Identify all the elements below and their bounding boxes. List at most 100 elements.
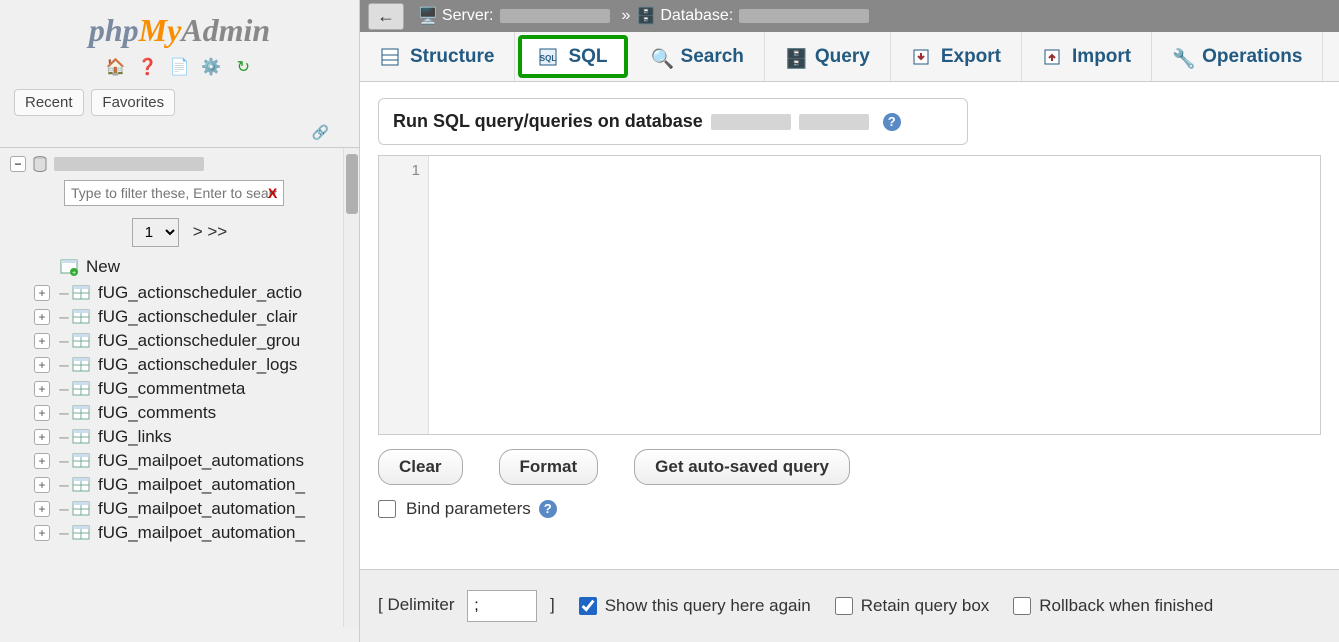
database-icon [32, 156, 48, 172]
retain-box-checkbox[interactable] [835, 597, 853, 615]
tab-import[interactable]: Import [1022, 32, 1152, 81]
reload-icon[interactable]: ↻ [233, 57, 253, 77]
format-button[interactable]: Format [499, 449, 599, 485]
tab-export-label: Export [941, 46, 1001, 68]
bottom-options: [ Delimiter ] Show this query here again… [360, 569, 1339, 642]
page-next-button[interactable]: > >> [193, 222, 228, 241]
recent-button[interactable]: Recent [14, 89, 84, 116]
tab-export[interactable]: Export [891, 32, 1022, 81]
database-node[interactable]: − [0, 154, 359, 174]
rollback-checkbox[interactable] [1013, 597, 1031, 615]
nav-link-icon[interactable]: 🔗 [0, 124, 359, 141]
rollback-option[interactable]: Rollback when finished [1013, 596, 1213, 616]
settings-icon[interactable]: ⚙️ [201, 57, 221, 77]
tree-line: – [56, 427, 72, 447]
tab-structure[interactable]: Structure [360, 32, 515, 81]
show-again-checkbox[interactable] [579, 597, 597, 615]
tree-line: – [56, 451, 72, 471]
expand-icon[interactable]: + [34, 285, 50, 301]
tab-operations[interactable]: 🔧 Operations [1152, 32, 1323, 81]
table-filter: X [64, 180, 349, 206]
logout-icon[interactable]: ❓ [138, 57, 158, 77]
bind-parameters-checkbox[interactable] [378, 500, 396, 518]
table-icon [72, 500, 90, 518]
expand-icon[interactable]: + [34, 333, 50, 349]
search-icon: 🔍 [651, 47, 671, 67]
table-name: fUG_mailpoet_automation_ [98, 499, 305, 519]
top-menu: Structure SQL SQL 🔍 Search 🗄️ Query Expo… [360, 32, 1339, 82]
page-select[interactable]: 1 [132, 218, 179, 247]
table-name: fUG_mailpoet_automation_ [98, 523, 305, 543]
table-icon [72, 284, 90, 302]
clear-filter-icon[interactable]: X [268, 185, 277, 201]
expand-icon[interactable]: + [34, 525, 50, 541]
table-filter-input[interactable] [64, 180, 284, 206]
new-table-label: New [86, 257, 120, 277]
tab-import-label: Import [1072, 46, 1131, 68]
table-name: fUG_mailpoet_automation_ [98, 475, 305, 495]
expand-icon[interactable]: + [34, 405, 50, 421]
logo-php: php [89, 12, 139, 48]
table-row[interactable]: +–fUG_actionscheduler_logs [0, 353, 359, 377]
table-name: fUG_actionscheduler_logs [98, 355, 297, 375]
main-panel: ← 🖥️ Server: » 🗄️ Database: Structure SQ… [360, 0, 1339, 642]
tab-operations-label: Operations [1202, 46, 1302, 68]
tab-search-label: Search [681, 46, 744, 68]
query-header: Run SQL query/queries on database ? [378, 98, 968, 145]
new-table-icon: + [60, 258, 78, 276]
expand-icon[interactable]: + [34, 501, 50, 517]
show-again-option[interactable]: Show this query here again [579, 596, 811, 616]
expand-icon[interactable]: + [34, 429, 50, 445]
collapse-icon[interactable]: − [10, 156, 26, 172]
get-autosaved-button[interactable]: Get auto-saved query [634, 449, 850, 485]
table-icon [72, 404, 90, 422]
back-button[interactable]: ← [368, 3, 404, 30]
tab-sql[interactable]: SQL SQL [518, 35, 627, 78]
database-name-redacted [54, 157, 204, 171]
table-icon [72, 524, 90, 542]
favorites-button[interactable]: Favorites [91, 89, 175, 116]
table-row[interactable]: +–fUG_comments [0, 401, 359, 425]
home-icon[interactable]: 🏠 [106, 57, 126, 77]
query-db-redacted-2 [799, 114, 869, 130]
table-row[interactable]: +–fUG_mailpoet_automations [0, 449, 359, 473]
new-table-link[interactable]: + New [0, 253, 359, 281]
sql-editor[interactable]: 1 [378, 155, 1321, 435]
sidebar: phpMyAdmin 🏠 ❓ 📄 ⚙️ ↻ Recent Favorites 🔗… [0, 0, 360, 642]
tree-line: – [56, 379, 72, 399]
table-row[interactable]: +–fUG_mailpoet_automation_ [0, 473, 359, 497]
retain-box-option[interactable]: Retain query box [835, 596, 990, 616]
expand-icon[interactable]: + [34, 357, 50, 373]
sql-content: Run SQL query/queries on database ? 1 Cl… [360, 82, 1339, 535]
table-row[interactable]: +–fUG_actionscheduler_clair [0, 305, 359, 329]
table-row[interactable]: +–fUG_commentmeta [0, 377, 359, 401]
delimiter-input[interactable] [467, 590, 537, 622]
table-row[interactable]: +–fUG_links [0, 425, 359, 449]
navigation-tree: − X 1 > >> + New +–fUG_actionscheduler_a… [0, 147, 359, 627]
clear-button[interactable]: Clear [378, 449, 463, 485]
expand-icon[interactable]: + [34, 477, 50, 493]
table-name: fUG_actionscheduler_clair [98, 307, 297, 327]
help-icon[interactable]: ? [539, 500, 557, 518]
editor-textarea[interactable] [429, 156, 1320, 434]
table-row[interactable]: +–fUG_mailpoet_automation_ [0, 521, 359, 545]
table-row[interactable]: +–fUG_actionscheduler_actio [0, 281, 359, 305]
table-name: fUG_actionscheduler_actio [98, 283, 302, 303]
docs-icon[interactable]: 📄 [170, 57, 190, 77]
rollback-label: Rollback when finished [1039, 596, 1213, 616]
help-icon[interactable]: ? [883, 113, 901, 131]
database-name-redacted [739, 9, 869, 23]
table-row[interactable]: +–fUG_actionscheduler_grou [0, 329, 359, 353]
expand-icon[interactable]: + [34, 381, 50, 397]
nav-scrollbar-thumb[interactable] [346, 154, 358, 214]
tab-search[interactable]: 🔍 Search [631, 32, 765, 81]
table-row[interactable]: +–fUG_mailpoet_automation_ [0, 497, 359, 521]
svg-text:SQL: SQL [540, 54, 557, 63]
tab-query[interactable]: 🗄️ Query [765, 32, 891, 81]
expand-icon[interactable]: + [34, 453, 50, 469]
table-name: fUG_actionscheduler_grou [98, 331, 300, 351]
nav-scrollbar[interactable] [343, 148, 359, 627]
svg-text:+: + [72, 270, 76, 276]
expand-icon[interactable]: + [34, 309, 50, 325]
table-icon [72, 476, 90, 494]
